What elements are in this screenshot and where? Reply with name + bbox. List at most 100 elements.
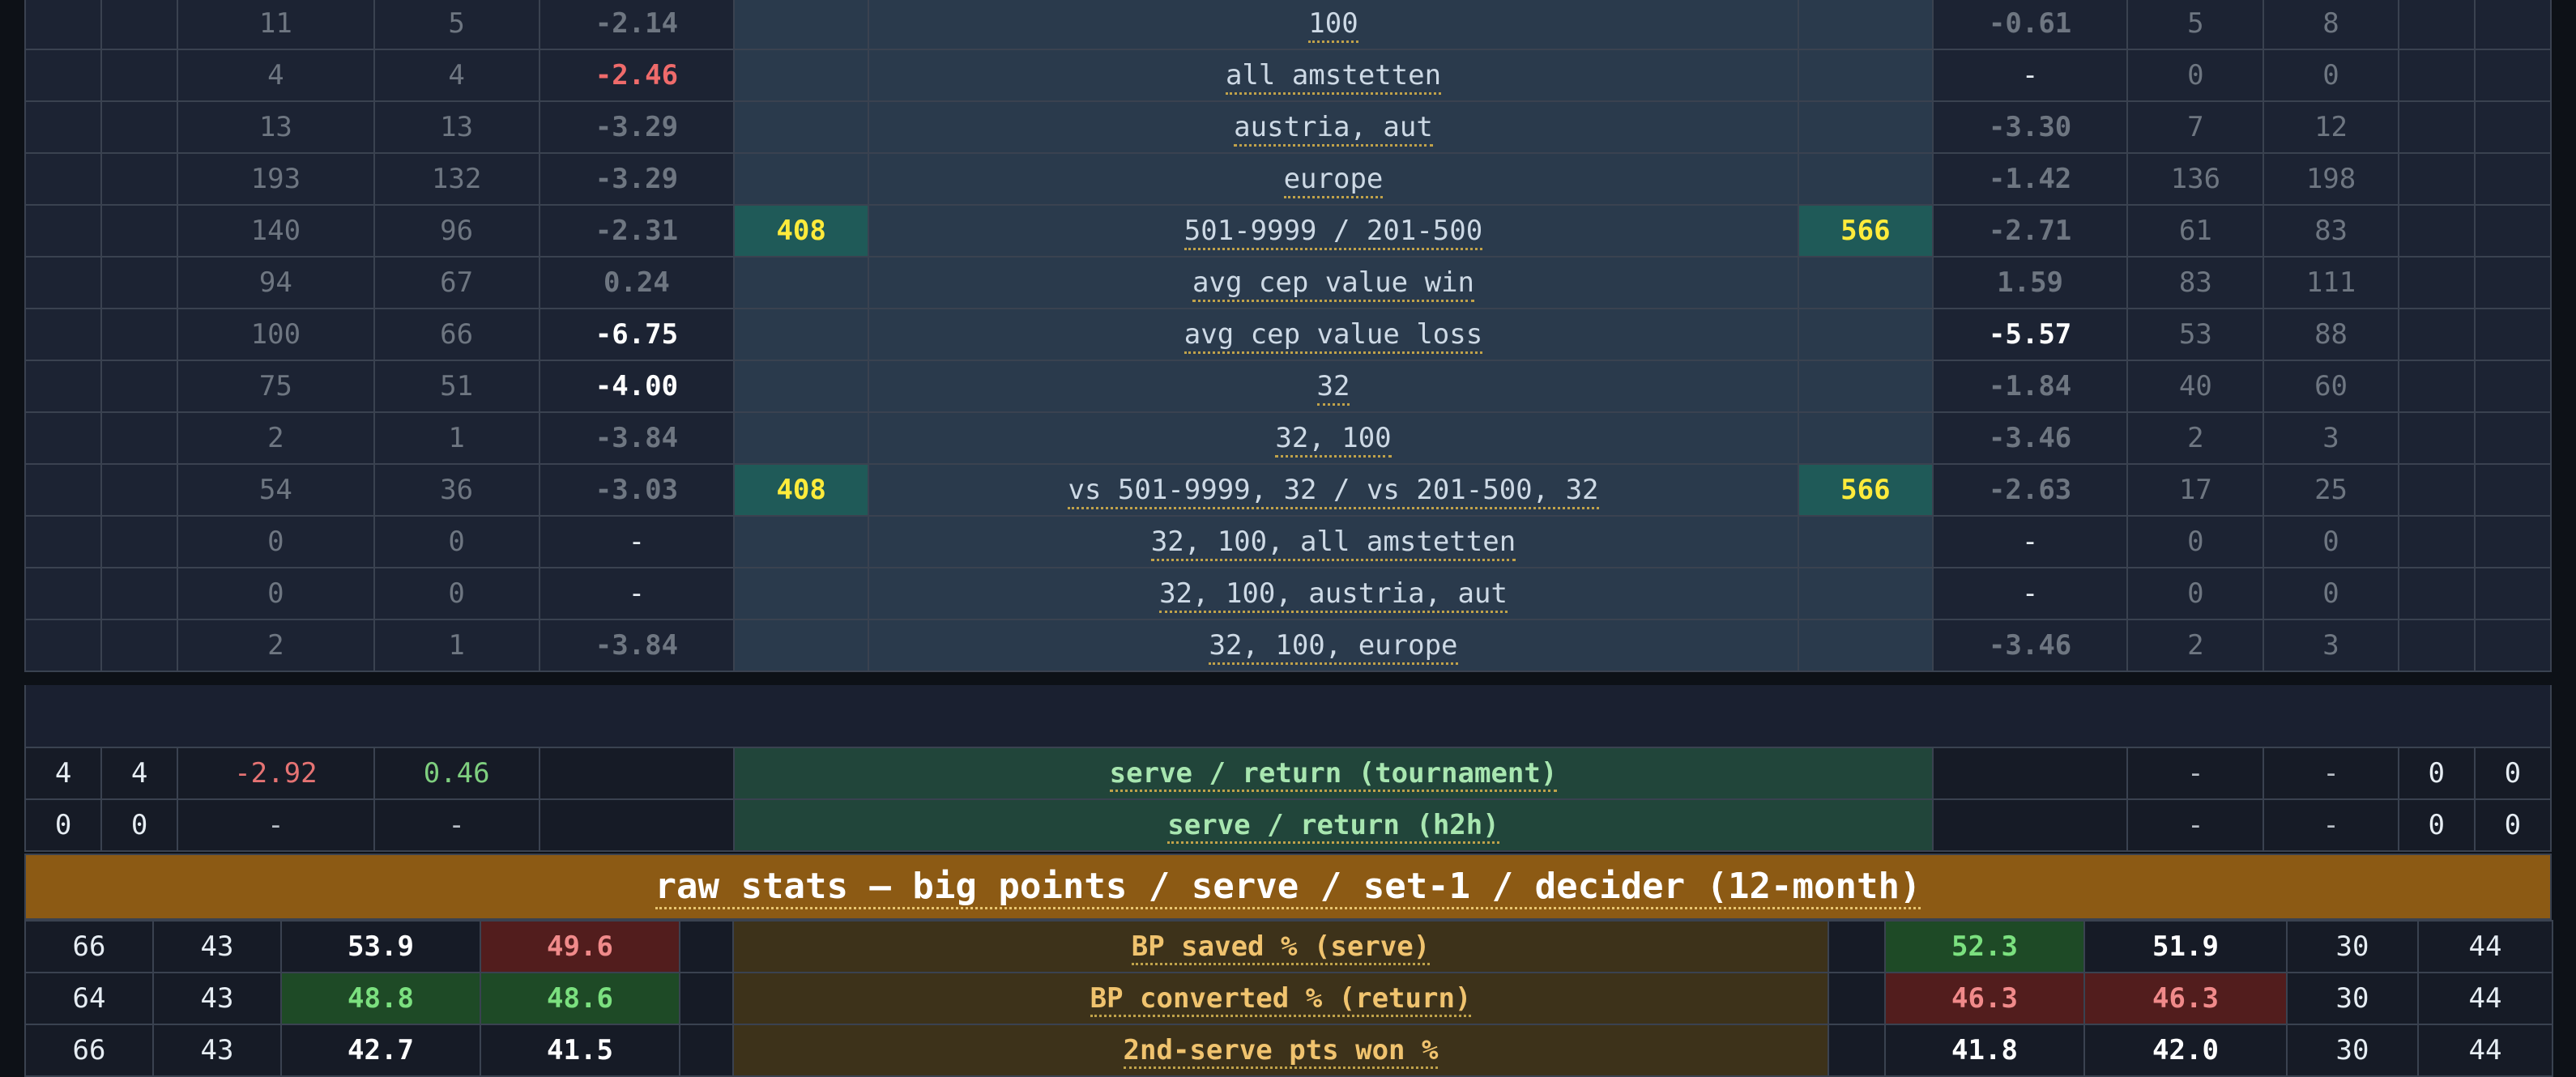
context-stats-table: 11 5 -2.14 100 -0.61 5 8 4 4 -2.46 all amstetten -0… (23, 0, 2553, 672)
empty-cell (2473, 49, 2553, 102)
context-label-text: 32, 100, europe (1209, 629, 1458, 665)
raw-stat-label[interactable]: BP saved % (serve) (732, 920, 1829, 973)
empty-cell (23, 360, 103, 413)
context-label-text: 32, 100, austria, aut (1159, 577, 1508, 613)
right-count-a: 0 (2126, 567, 2265, 620)
empty-cell (538, 798, 736, 852)
context-label[interactable]: europe (868, 152, 1799, 206)
left-rank (733, 308, 870, 361)
matches-b: 43 (152, 1024, 282, 1077)
context-label[interactable]: vs 501-9999, 32 / vs 201-500, 32 (868, 463, 1799, 517)
left-count-b: 1 (373, 411, 540, 465)
left-rank (733, 567, 870, 620)
right-count-b: 0 (2263, 567, 2399, 620)
right-count-b: 8 (2263, 0, 2399, 50)
right-count-a: 0 (2397, 798, 2476, 852)
right-count-a: 53 (2126, 308, 2265, 361)
table-row: 54 36 -3.03 408 vs 501-9999, 32 / vs 201-500… (23, 463, 2553, 517)
empty-cell (2397, 0, 2476, 50)
count-b: 0 (100, 798, 179, 852)
matches-d: 44 (2417, 920, 2553, 973)
left-count-b: 66 (373, 308, 540, 361)
count-a: 4 (23, 747, 103, 800)
context-label[interactable]: 501-9999 / 201-500 (868, 204, 1799, 258)
left-stat-a: 42.7 (280, 1024, 481, 1077)
right-count-a: 17 (2126, 463, 2265, 517)
left-count-b: 67 (373, 256, 540, 309)
right-rank (1797, 0, 1934, 50)
count-b: 4 (100, 747, 179, 800)
empty-cell (679, 972, 734, 1025)
empty-cell (23, 100, 103, 154)
empty-cell (1931, 747, 2129, 800)
context-label[interactable]: 32, 100, austria, aut (868, 567, 1799, 620)
left-count-a: 2 (177, 411, 375, 465)
left-rank (733, 49, 870, 102)
empty-cell (2473, 256, 2553, 309)
context-label[interactable]: avg cep value loss (868, 308, 1799, 361)
left-rank: 408 (733, 463, 870, 517)
matches-c: 30 (2286, 1024, 2419, 1077)
empty-cell (100, 152, 179, 206)
empty-cell (100, 0, 179, 50)
right-count-b: 25 (2263, 463, 2399, 517)
right-return-value: - (2263, 798, 2399, 852)
left-value: -3.84 (538, 619, 736, 672)
empty-cell (2473, 204, 2553, 258)
right-value: -3.30 (1931, 100, 2129, 154)
raw-stat-label[interactable]: 2nd-serve pts won % (732, 1024, 1829, 1077)
matches-a: 66 (24, 1024, 154, 1077)
context-label[interactable]: 32, 100, all amstetten (868, 515, 1799, 568)
left-rank (733, 619, 870, 672)
left-rank: 408 (733, 204, 870, 258)
table-row: 66 43 53.9 49.6 BP saved % (serve) 52.3 51.9 30… (24, 920, 2553, 973)
right-value: -2.71 (1931, 204, 2129, 258)
left-value: 0.24 (538, 256, 736, 309)
context-label-text: europe (1283, 163, 1384, 198)
context-label[interactable]: 32 (868, 360, 1799, 413)
right-count-b: 12 (2263, 100, 2399, 154)
empty-cell (2473, 308, 2553, 361)
right-stat-b: 51.9 (2083, 920, 2288, 973)
empty-cell (2397, 256, 2476, 309)
empty-cell (23, 152, 103, 206)
left-count-b: 13 (373, 100, 540, 154)
empty-cell (100, 256, 179, 309)
right-value: -3.46 (1931, 619, 2129, 672)
context-label[interactable]: austria, aut (868, 100, 1799, 154)
raw-stats-header: raw stats — big points / serve / set-1 /… (24, 854, 2552, 920)
context-label[interactable]: 100 (868, 0, 1799, 50)
right-rank (1797, 515, 1934, 568)
left-value: -3.03 (538, 463, 736, 517)
right-rank (1797, 256, 1934, 309)
table-row: 2 1 -3.84 32, 100, europe -3.46 2 3 (23, 619, 2553, 672)
context-label[interactable]: 32, 100 (868, 411, 1799, 465)
right-serve-value: - (2126, 798, 2265, 852)
context-label-text: 32, 100, all amstetten (1150, 526, 1516, 561)
empty-cell (100, 308, 179, 361)
context-label[interactable]: 32, 100, europe (868, 619, 1799, 672)
serve-return-label[interactable]: serve / return (tournament) (733, 747, 1934, 800)
empty-cell (2397, 152, 2476, 206)
matches-d: 44 (2417, 972, 2553, 1025)
right-value: - (1931, 515, 2129, 568)
right-rank (1797, 360, 1934, 413)
serve-return-label-text: serve / return (tournament) (1109, 757, 1558, 792)
table-row: 193 132 -3.29 europe -1.42 136 198 (23, 152, 2553, 206)
serve-return-label[interactable]: serve / return (h2h) (733, 798, 1934, 852)
table-row: 140 96 -2.31 408 501-9999 / 201-500 566 -2.71 6… (23, 204, 2553, 258)
context-label[interactable]: avg cep value win (868, 256, 1799, 309)
return-value: 0.46 (373, 747, 540, 800)
empty-cell (2473, 360, 2553, 413)
raw-stat-label[interactable]: BP converted % (return) (732, 972, 1829, 1025)
right-count-a: 40 (2126, 360, 2265, 413)
right-rank: 566 (1797, 463, 1934, 517)
context-label[interactable]: all amstetten (868, 49, 1799, 102)
empty-cell (2473, 515, 2553, 568)
right-value: -2.63 (1931, 463, 2129, 517)
count-a: 0 (23, 798, 103, 852)
right-value: - (1931, 49, 2129, 102)
left-value: -2.46 (538, 49, 736, 102)
table-row: 11 5 -2.14 100 -0.61 5 8 (23, 0, 2553, 50)
empty-cell (2473, 411, 2553, 465)
